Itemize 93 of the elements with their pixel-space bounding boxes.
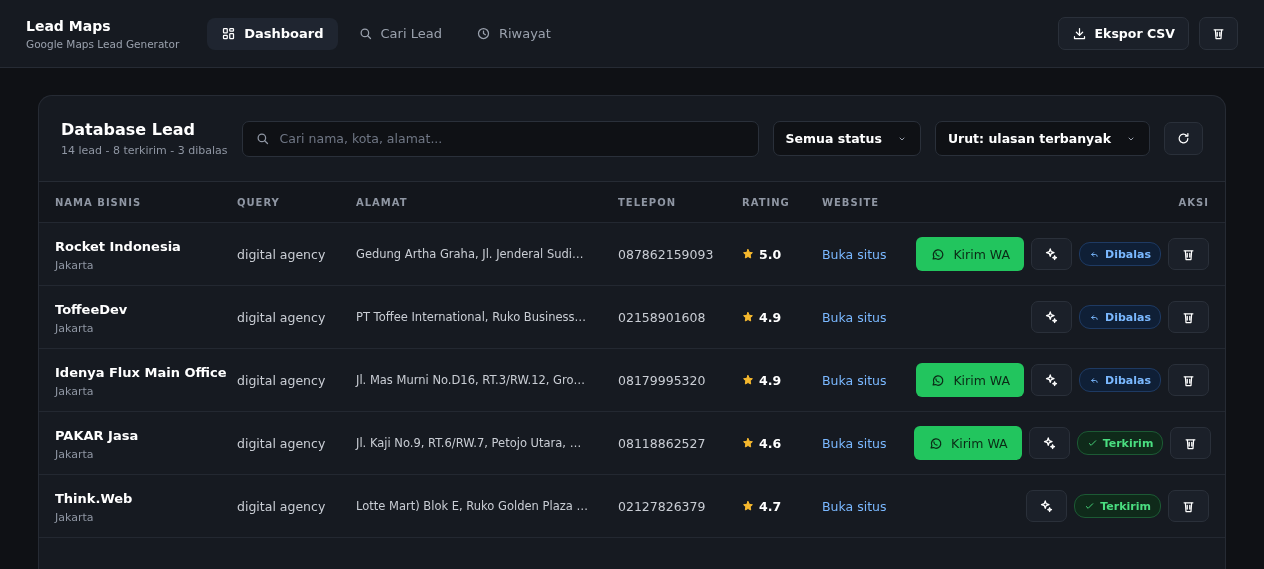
business-name: Idenya Flux Main Office <box>55 364 228 382</box>
column-header: AKSI <box>1177 196 1209 208</box>
business-city: Jakarta <box>55 385 95 398</box>
sparkle-icon <box>1041 435 1057 451</box>
star-icon <box>742 311 754 323</box>
business-name: ToffeeDev <box>55 301 129 319</box>
star-icon <box>742 437 754 449</box>
business-name: Rocket Indonesia <box>55 238 182 256</box>
clock-icon <box>475 26 491 41</box>
grid-icon <box>221 26 237 41</box>
check-icon <box>1084 500 1096 512</box>
query-text: digital agency <box>237 246 327 262</box>
website-link[interactable]: Buka situs <box>822 498 887 514</box>
address-text: PT Toffee International, Ruko Business… <box>356 310 588 324</box>
delete-button[interactable] <box>1168 364 1209 396</box>
chat-bubble-icon <box>930 246 946 262</box>
phone-text: 087862159093 <box>618 246 715 262</box>
business-name: PAKAR Jasa <box>55 427 140 445</box>
export-button[interactable]: Ekspor CSV <box>1057 17 1189 50</box>
rating-value: 4.7 <box>759 498 782 514</box>
delete-button[interactable] <box>1170 427 1212 459</box>
business-name: Think.Web <box>55 490 134 508</box>
star-icon <box>742 248 754 260</box>
sparkle-icon <box>1044 309 1060 325</box>
whatsapp-button[interactable]: Kirim WA <box>914 426 1022 460</box>
whatsapp-button[interactable]: Kirim WA <box>916 363 1025 397</box>
ai-button[interactable] <box>1026 490 1068 522</box>
ai-button[interactable] <box>1028 427 1070 459</box>
app-subtitle: Google Maps Lead Generator <box>26 37 180 50</box>
query-text: digital agency <box>237 309 327 325</box>
delete-button[interactable] <box>1168 301 1209 333</box>
phone-text: 02127826379 <box>618 498 707 514</box>
whatsapp-button[interactable]: Kirim WA <box>916 237 1025 271</box>
ai-button[interactable] <box>1031 238 1073 270</box>
ai-button[interactable] <box>1031 301 1073 333</box>
sparkle-icon <box>1039 498 1055 514</box>
star-icon <box>742 500 754 512</box>
column-header: NAMA BISNIS <box>55 196 143 208</box>
address-text: Jl. Kaji No.9, RT.6/RW.7, Petojo Utara, … <box>356 436 583 450</box>
rating-value: 5.0 <box>759 246 782 262</box>
website-link[interactable]: Buka situs <box>822 246 887 262</box>
sparkle-icon <box>1044 246 1060 262</box>
panel-title: Database Lead <box>61 120 196 139</box>
rating-value: 4.6 <box>759 435 782 451</box>
check-icon <box>1086 437 1098 449</box>
business-city: Jakarta <box>55 259 95 272</box>
chat-bubble-icon <box>928 435 943 451</box>
refresh-icon <box>1176 131 1191 146</box>
phone-text: 08179995320 <box>618 372 707 388</box>
delete-button[interactable] <box>1168 238 1209 270</box>
column-header: WEBSITE <box>822 196 881 208</box>
download-icon <box>1071 26 1087 41</box>
nav-tab[interactable]: Dashboard <box>207 17 338 50</box>
ai-button[interactable] <box>1031 364 1073 396</box>
search-field[interactable]: Cari nama, kota, alamat... <box>241 120 759 157</box>
delete-button[interactable] <box>1168 490 1209 522</box>
status-badge: Dibalas <box>1079 368 1161 392</box>
star-icon <box>742 374 754 386</box>
address-text: Lotte Mart) Blok E, Ruko Golden Plaza … <box>356 499 589 513</box>
query-text: digital agency <box>237 372 327 388</box>
delete-all-button[interactable] <box>1199 17 1238 50</box>
business-city: Jakarta <box>55 448 95 461</box>
status-dropdown[interactable]: Semua status <box>772 121 921 156</box>
status-badge: Terkirim <box>1074 494 1161 518</box>
sparkle-icon <box>1044 372 1060 388</box>
lead-summary: 14 lead - 8 terkirim - 3 dibalas <box>61 144 228 157</box>
website-link[interactable]: Buka situs <box>822 372 887 388</box>
website-link[interactable]: Buka situs <box>822 435 887 451</box>
column-header: ALAMAT <box>356 196 409 208</box>
address-text: Gedung Artha Graha, Jl. Jenderal Sudi… <box>356 247 585 261</box>
column-header: QUERY <box>237 196 281 208</box>
query-text: digital agency <box>237 498 327 514</box>
status-badge: Dibalas <box>1079 242 1161 266</box>
nav-tab[interactable]: Cari Lead <box>343 17 456 50</box>
query-text: digital agency <box>237 435 327 451</box>
business-city: Jakarta <box>55 511 95 524</box>
rating-value: 4.9 <box>759 309 782 325</box>
nav-tab[interactable]: Riwayat <box>461 17 565 50</box>
column-header: TELEPON <box>618 196 678 208</box>
sort-dropdown[interactable]: Urut: ulasan terbanyak <box>934 121 1150 156</box>
website-link[interactable]: Buka situs <box>822 309 887 325</box>
status-badge: Terkirim <box>1076 431 1164 455</box>
business-city: Jakarta <box>55 322 95 335</box>
refresh-button[interactable] <box>1164 122 1203 155</box>
address-text: Jl. Mas Murni No.D16, RT.3/RW.12, Gro… <box>356 373 587 387</box>
chat-bubble-icon <box>930 372 946 388</box>
column-header: RATING <box>742 196 791 208</box>
rating-value: 4.9 <box>759 372 782 388</box>
status-badge: Dibalas <box>1079 305 1161 329</box>
phone-text: 08118862527 <box>618 435 707 451</box>
trash-icon <box>1211 26 1226 41</box>
app-title: Lead Maps <box>26 17 112 34</box>
phone-text: 02158901608 <box>618 309 707 325</box>
